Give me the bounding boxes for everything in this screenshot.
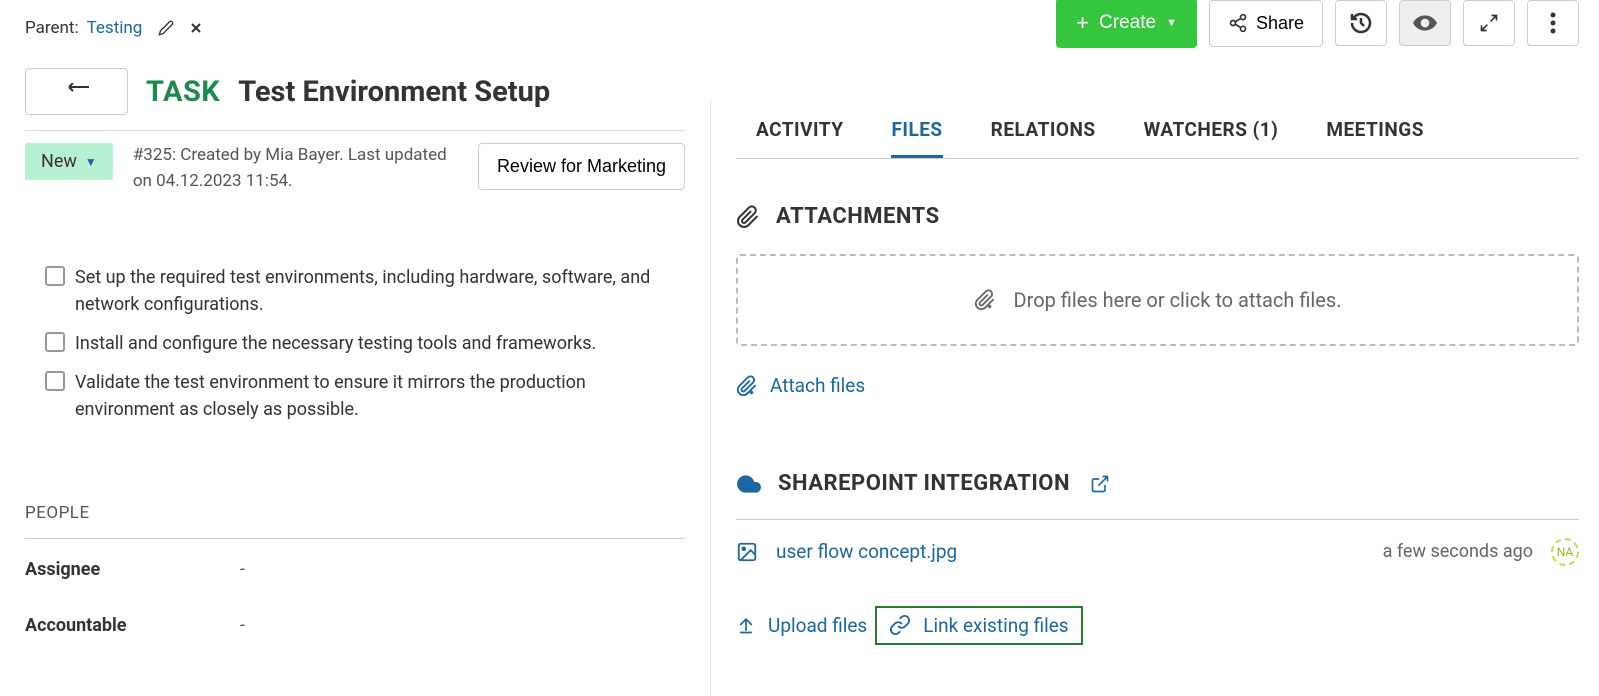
remove-parent-icon[interactable] [188, 20, 204, 36]
upload-icon [736, 615, 756, 635]
file-timestamp: a few seconds ago [1383, 541, 1533, 562]
upload-files-link[interactable]: Upload files [736, 614, 867, 637]
history-icon [1349, 11, 1373, 35]
status-dropdown[interactable]: New ▼ [25, 143, 113, 180]
status-label: New [41, 151, 77, 172]
create-button[interactable]: + Create ▼ [1056, 0, 1197, 48]
open-external-icon[interactable] [1090, 474, 1110, 494]
share-button[interactable]: Share [1209, 0, 1323, 47]
header-divider [25, 130, 685, 131]
attach-icon [974, 289, 996, 311]
link-existing-label: Link existing files [923, 614, 1068, 637]
parent-breadcrumb: Parent: Testing [25, 18, 685, 38]
checklist-item: Validate the test environment to ensure … [45, 369, 685, 423]
sharepoint-heading: SHAREPOINT INTEGRATION [778, 471, 1070, 496]
task-meta: #325: Created by Mia Bayer. Last updated… [133, 143, 458, 194]
assignee-value[interactable]: - [240, 559, 245, 580]
people-row-accountable: Accountable - [25, 615, 685, 636]
accountable-value[interactable]: - [240, 615, 245, 636]
sharepoint-divider [736, 519, 1579, 520]
kebab-icon [1550, 12, 1556, 34]
people-row-assignee: Assignee - [25, 559, 685, 580]
checklist-text: Validate the test environment to ensure … [75, 369, 685, 423]
expand-icon [1479, 13, 1499, 33]
cloud-icon [736, 471, 762, 497]
accountable-label: Accountable [25, 615, 240, 636]
assignee-label: Assignee [25, 559, 240, 580]
checkbox[interactable] [45, 371, 65, 391]
sharepoint-section-header: SHAREPOINT INTEGRATION [736, 471, 1579, 497]
attachments-heading: ATTACHMENTS [776, 204, 940, 229]
attach-files-label: Attach files [770, 374, 865, 397]
watch-button[interactable] [1399, 0, 1451, 46]
tab-meetings[interactable]: MEETINGS [1326, 118, 1424, 158]
tab-activity[interactable]: ACTIVITY [756, 118, 843, 158]
checklist-text: Set up the required test environments, i… [75, 264, 685, 318]
checklist: Set up the required test environments, i… [45, 264, 685, 423]
edit-parent-icon[interactable] [158, 20, 174, 36]
task-type-label: TASK [146, 75, 220, 109]
file-name-link[interactable]: user flow concept.jpg [776, 540, 1365, 563]
attach-files-link[interactable]: Attach files [736, 374, 865, 397]
more-button[interactable] [1527, 0, 1579, 46]
history-button[interactable] [1335, 0, 1387, 46]
checkbox[interactable] [45, 266, 65, 286]
checklist-item: Install and configure the necessary test… [45, 330, 685, 357]
caret-down-icon: ▼ [85, 155, 97, 169]
tab-relations[interactable]: RELATIONS [991, 118, 1096, 158]
link-existing-files-button[interactable]: Link existing files [875, 606, 1082, 645]
tab-files[interactable]: FILES [891, 118, 942, 158]
back-button[interactable] [25, 68, 128, 115]
image-file-icon [736, 541, 758, 563]
dropzone-text: Drop files here or click to attach files… [1014, 288, 1342, 312]
checklist-text: Install and configure the necessary test… [75, 330, 596, 357]
parent-link[interactable]: Testing [87, 18, 143, 38]
checklist-item: Set up the required test environments, i… [45, 264, 685, 318]
review-button[interactable]: Review for Marketing [478, 143, 685, 190]
people-divider [25, 538, 685, 539]
people-heading: PEOPLE [25, 503, 685, 523]
user-badge: NA [1551, 538, 1579, 566]
toolbar: + Create ▼ Share [1056, 0, 1579, 48]
fullscreen-button[interactable] [1463, 0, 1515, 46]
paperclip-icon [736, 205, 760, 229]
attachments-section-header: ATTACHMENTS [736, 204, 1579, 229]
upload-files-label: Upload files [768, 614, 867, 637]
create-label: Create [1099, 12, 1156, 34]
attach-icon [736, 375, 758, 397]
eye-icon [1412, 10, 1438, 36]
checkbox[interactable] [45, 332, 65, 352]
plus-icon: + [1076, 10, 1089, 36]
sharepoint-file-row: user flow concept.jpg a few seconds ago … [736, 538, 1579, 566]
parent-label: Parent: [25, 18, 79, 38]
share-icon [1228, 13, 1248, 33]
caret-down-icon: ▼ [1166, 17, 1177, 29]
task-title: Test Environment Setup [238, 75, 550, 109]
tabs: ACTIVITY FILES RELATIONS WATCHERS (1) ME… [736, 118, 1579, 159]
link-icon [889, 614, 911, 636]
share-label: Share [1256, 13, 1304, 34]
tab-watchers[interactable]: WATCHERS (1) [1144, 118, 1279, 158]
file-dropzone[interactable]: Drop files here or click to attach files… [736, 254, 1579, 346]
